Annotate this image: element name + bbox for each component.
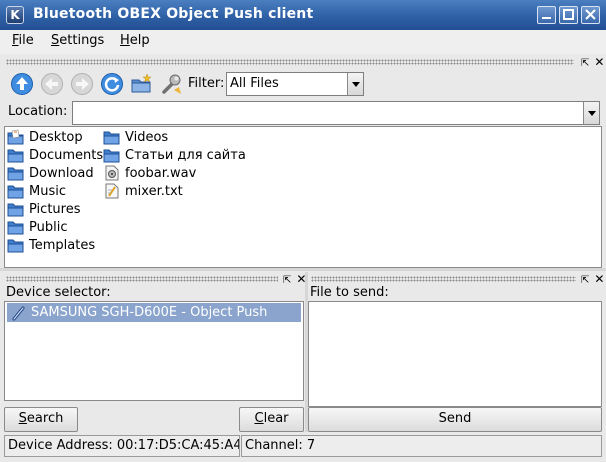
file-name: Статьи для сайта <box>125 147 246 163</box>
horizontal-splitter[interactable] <box>0 268 606 271</box>
reload-icon[interactable] <box>100 72 124 96</box>
file-name: Music <box>29 183 66 199</box>
file-name: foobar.wav <box>125 165 197 181</box>
send-panel-dock-handle[interactable] <box>311 276 576 282</box>
device-list[interactable]: SAMSUNG SGH-D600E - Object Push <box>4 301 304 401</box>
folder-icon <box>7 221 24 235</box>
file-to-send-list[interactable] <box>308 301 602 407</box>
folder-icon <box>7 239 24 253</box>
app-icon[interactable]: K <box>6 6 24 24</box>
maximize-button[interactable] <box>559 6 578 24</box>
file-name: Download <box>29 165 94 181</box>
chevron-down-icon[interactable] <box>583 102 599 124</box>
file-item[interactable]: Videos <box>103 128 168 146</box>
toolbar-dock-buttons: ⇱ ✕ <box>576 55 604 69</box>
file-item[interactable]: Documents <box>7 146 103 164</box>
minimize-icon <box>542 17 551 19</box>
undock-icon[interactable]: ⇱ <box>581 58 589 69</box>
device-panel-dock-buttons: ⇱ ✕ <box>278 272 306 286</box>
clear-accel: C <box>254 411 264 426</box>
file-item[interactable]: Pictures <box>7 200 80 218</box>
file-name: Public <box>29 219 68 235</box>
status-channel: Channel: 7 <box>241 435 602 457</box>
device-name: SAMSUNG SGH-D600E - Object Push <box>31 305 268 320</box>
text-file-icon <box>105 183 119 199</box>
file-name: Documents <box>29 147 104 163</box>
status-device-address: Device Address: 00:17:D5:CA:45:A4 <box>4 435 240 457</box>
bluetooth-device-icon <box>12 306 25 320</box>
file-view[interactable]: Desktop Documents Download Music Picture… <box>4 126 602 268</box>
undock-icon[interactable]: ⇱ <box>581 275 589 286</box>
minimize-button[interactable] <box>537 6 556 24</box>
file-item[interactable]: Templates <box>7 236 95 254</box>
close-window-button[interactable] <box>581 6 600 24</box>
file-item[interactable]: Download <box>7 164 94 182</box>
send-button[interactable]: Send <box>308 407 602 432</box>
file-name: Desktop <box>29 129 83 145</box>
toolbar-dock-handle[interactable] <box>6 59 574 65</box>
file-name: Pictures <box>29 201 81 217</box>
audio-file-icon <box>105 165 119 181</box>
folder-icon <box>7 203 24 217</box>
search-label-rest: earch <box>26 411 64 426</box>
close-dock-icon[interactable]: ✕ <box>594 55 604 69</box>
new-folder-icon[interactable] <box>130 72 154 96</box>
menu-bar: File Settings Help <box>0 30 606 54</box>
clear-label-rest: lear <box>263 411 289 426</box>
device-panel-dock-handle[interactable] <box>6 276 278 282</box>
menu-settings[interactable]: Settings <box>51 33 104 48</box>
file-name: Templates <box>29 237 96 253</box>
window-title: Bluetooth OBEX Object Push client <box>33 6 314 22</box>
send-panel-dock-buttons: ⇱ ✕ <box>576 272 604 286</box>
close-icon <box>585 9 596 20</box>
folder-icon <box>7 167 24 181</box>
up-icon[interactable] <box>10 72 34 96</box>
maximize-icon <box>563 9 574 20</box>
file-item[interactable]: Desktop <box>7 128 83 146</box>
file-item[interactable]: mixer.txt <box>103 182 183 200</box>
folder-icon <box>103 131 120 145</box>
device-selector-label: Device selector: <box>6 285 111 300</box>
back-icon[interactable] <box>40 72 64 96</box>
file-to-send-label: File to send: <box>310 285 389 300</box>
filter-value: All Files <box>230 76 279 91</box>
folder-icon <box>103 149 120 163</box>
file-item[interactable]: foobar.wav <box>103 164 196 182</box>
forward-icon[interactable] <box>70 72 94 96</box>
folder-icon <box>7 149 24 163</box>
location-label: Location: <box>8 104 68 119</box>
chevron-down-icon[interactable] <box>347 73 363 95</box>
filter-label: Filter: <box>188 76 225 91</box>
location-combo[interactable] <box>72 101 600 125</box>
file-name: Videos <box>125 129 169 145</box>
undock-icon[interactable]: ⇱ <box>283 275 291 286</box>
menu-help[interactable]: Help <box>120 33 150 48</box>
menu-file-rest: ile <box>18 33 34 48</box>
file-name: mixer.txt <box>125 183 183 199</box>
filter-combo[interactable]: All Files <box>226 72 364 96</box>
title-bar: K Bluetooth OBEX Object Push client <box>0 0 606 30</box>
file-item[interactable]: Public <box>7 218 67 236</box>
search-accel: S <box>18 411 27 426</box>
file-item[interactable]: Music <box>7 182 66 200</box>
device-list-item[interactable]: SAMSUNG SGH-D600E - Object Push <box>7 303 301 322</box>
clear-button[interactable]: Clear <box>239 407 304 432</box>
desktop-folder-icon <box>7 129 24 145</box>
filter-wrench-icon[interactable] <box>160 72 184 96</box>
close-dock-icon[interactable]: ✕ <box>594 272 604 286</box>
folder-icon <box>7 185 24 199</box>
menu-file[interactable]: File <box>12 33 34 48</box>
file-item[interactable]: Статьи для сайта <box>103 146 246 164</box>
search-button[interactable]: Search <box>4 407 78 432</box>
